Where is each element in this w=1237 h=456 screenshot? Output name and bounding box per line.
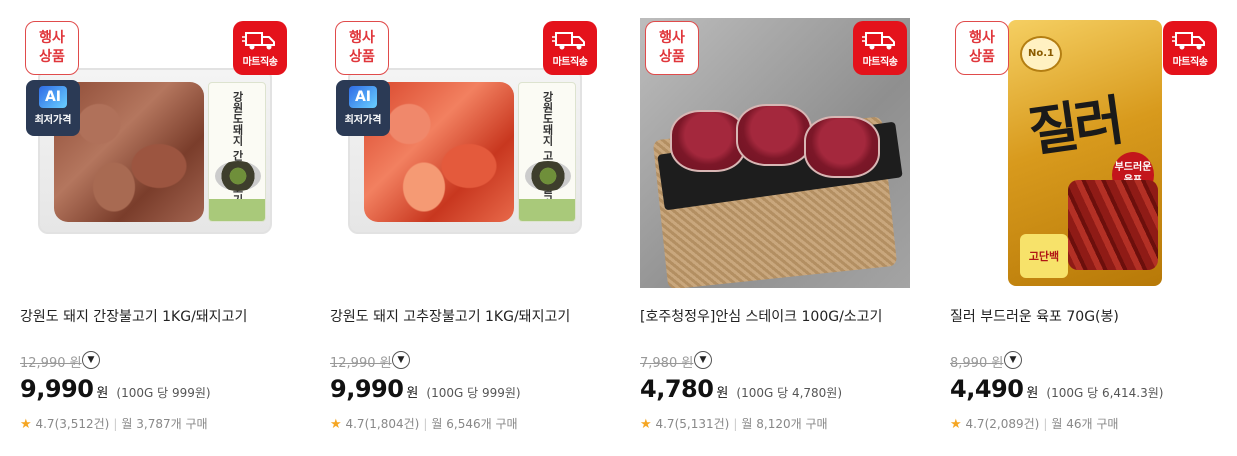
product-name[interactable]: 강원도 돼지 간장불고기 1KG/돼지고기: [20, 306, 247, 326]
event-badge: 행사 상품: [955, 21, 1009, 75]
truck-icon: [242, 32, 275, 50]
price-info-toggle-icon[interactable]: ▼: [82, 351, 100, 369]
price-row: 4,780 원 (100G 당 4,780원): [640, 375, 842, 403]
product-name[interactable]: [호주청정우]안심 스테이크 100G/소고기: [640, 306, 882, 326]
truck-icon: [552, 32, 585, 50]
review-count[interactable]: (2,089건): [985, 417, 1040, 431]
original-price: 12,990 원: [20, 356, 82, 371]
package-label: 강원도돼지 간장불고기: [208, 82, 266, 222]
original-price: 8,990 원: [950, 356, 1004, 371]
high-protein-badge: 고단백: [1020, 234, 1068, 278]
original-price: 7,980 원: [640, 356, 694, 371]
price-row: 9,990 원 (100G 당 999원): [20, 375, 211, 403]
mart-delivery-badge: 마트직송: [853, 21, 907, 75]
price-info-toggle-icon[interactable]: ▼: [694, 351, 712, 369]
rating-row: ★ 4.7(5,131건) | 월 8,120개 구매: [640, 417, 828, 432]
product-grid: 강원도돼지 간장불고기 행사 상품 마트직송 AI 최저가격 강원도 돼지 간장…: [0, 0, 1237, 456]
jerky-package: No.1 질러 부드러운 육포 고단백: [1008, 20, 1162, 286]
price-row: 9,990 원 (100G 당 999원): [330, 375, 521, 403]
currency: 원: [96, 386, 109, 401]
rating-row: ★ 4.7(3,512건) | 월 3,787개 구매: [20, 417, 208, 432]
rating-row: ★ 4.7(1,804건) | 월 6,546개 구매: [330, 417, 518, 432]
product-card[interactable]: 행사 상품 마트직송 [호주청정우]안심 스테이크 100G/소고기 7,980…: [640, 18, 910, 448]
unit-price: (100G 당 999원): [116, 386, 211, 400]
truck-icon: [862, 32, 895, 50]
mart-delivery-badge: 마트직송: [1163, 21, 1217, 75]
product-card[interactable]: 강원도돼지 고추장불고기 행사 상품 마트직송 AI 최저가격 강원도 돼지 고…: [330, 18, 600, 448]
product-image[interactable]: No.1 질러 부드러운 육포 고단백 행사 상품: [950, 18, 1220, 288]
star-icon: ★: [20, 417, 32, 432]
review-count[interactable]: (5,131건): [675, 417, 730, 431]
sale-price: 9,990: [20, 375, 94, 403]
dish-image: [215, 161, 261, 191]
original-price: 12,990 원: [330, 356, 392, 371]
dish-image: [525, 161, 571, 191]
rating: 4.7: [345, 417, 365, 431]
unit-price: (100G 당 6,414.3원): [1046, 386, 1164, 400]
no1-seal: No.1: [1020, 36, 1062, 72]
ai-lowest-price-badge: AI 최저가격: [336, 80, 390, 136]
unit-price: (100G 당 4,780원): [736, 386, 843, 400]
star-icon: ★: [640, 417, 652, 432]
monthly-purchases: 월 6,546개 구매: [431, 417, 518, 431]
sale-price: 4,490: [950, 375, 1024, 403]
price-row: 4,490 원 (100G 당 6,414.3원): [950, 375, 1163, 403]
package-label: 강원도돼지 고추장불고기: [518, 82, 576, 222]
currency: 원: [716, 386, 729, 401]
review-count[interactable]: (1,804건): [365, 417, 420, 431]
ai-icon: AI: [39, 86, 67, 108]
event-badge: 행사 상품: [25, 21, 79, 75]
rating-row: ★ 4.7(2,089건) | 월 46개 구매: [950, 417, 1119, 432]
product-card[interactable]: 강원도돼지 간장불고기 행사 상품 마트직송 AI 최저가격 강원도 돼지 간장…: [20, 18, 290, 448]
jerky-logo: 질러: [1024, 88, 1125, 165]
sale-price: 4,780: [640, 375, 714, 403]
monthly-purchases: 월 3,787개 구매: [121, 417, 208, 431]
jerky-image: [1068, 180, 1158, 270]
product-name[interactable]: 질러 부드러운 육포 70G(봉): [950, 306, 1119, 326]
sale-price: 9,990: [330, 375, 404, 403]
steak-image: [670, 110, 746, 172]
ai-lowest-price-badge: AI 최저가격: [26, 80, 80, 136]
product-image[interactable]: 행사 상품 마트직송: [640, 18, 910, 288]
steak-image: [736, 104, 812, 166]
rating: 4.7: [35, 417, 55, 431]
mart-delivery-badge: 마트직송: [233, 21, 287, 75]
event-badge: 행사 상품: [645, 21, 699, 75]
steak-image: [804, 116, 880, 178]
star-icon: ★: [330, 417, 342, 432]
event-badge: 행사 상품: [335, 21, 389, 75]
price-info-toggle-icon[interactable]: ▼: [1004, 351, 1022, 369]
ai-icon: AI: [349, 86, 377, 108]
product-card[interactable]: No.1 질러 부드러운 육포 고단백 행사 상품: [950, 18, 1220, 448]
monthly-purchases: 월 46개 구매: [1051, 417, 1119, 431]
monthly-purchases: 월 8,120개 구매: [741, 417, 828, 431]
product-image[interactable]: 강원도돼지 간장불고기 행사 상품 마트직송 AI 최저가격: [20, 18, 290, 288]
currency: 원: [406, 386, 419, 401]
rating: 4.7: [655, 417, 675, 431]
star-icon: ★: [950, 417, 962, 432]
truck-icon: [1172, 32, 1205, 50]
price-info-toggle-icon[interactable]: ▼: [392, 351, 410, 369]
package-label-text: 강원도돼지 고추장불고기: [541, 91, 554, 216]
product-name[interactable]: 강원도 돼지 고추장불고기 1KG/돼지고기: [330, 306, 570, 326]
currency: 원: [1026, 386, 1039, 401]
unit-price: (100G 당 999원): [426, 386, 521, 400]
rating: 4.7: [965, 417, 985, 431]
review-count[interactable]: (3,512건): [55, 417, 110, 431]
mart-delivery-badge: 마트직송: [543, 21, 597, 75]
product-image[interactable]: 강원도돼지 고추장불고기 행사 상품 마트직송 AI 최저가격: [330, 18, 600, 288]
